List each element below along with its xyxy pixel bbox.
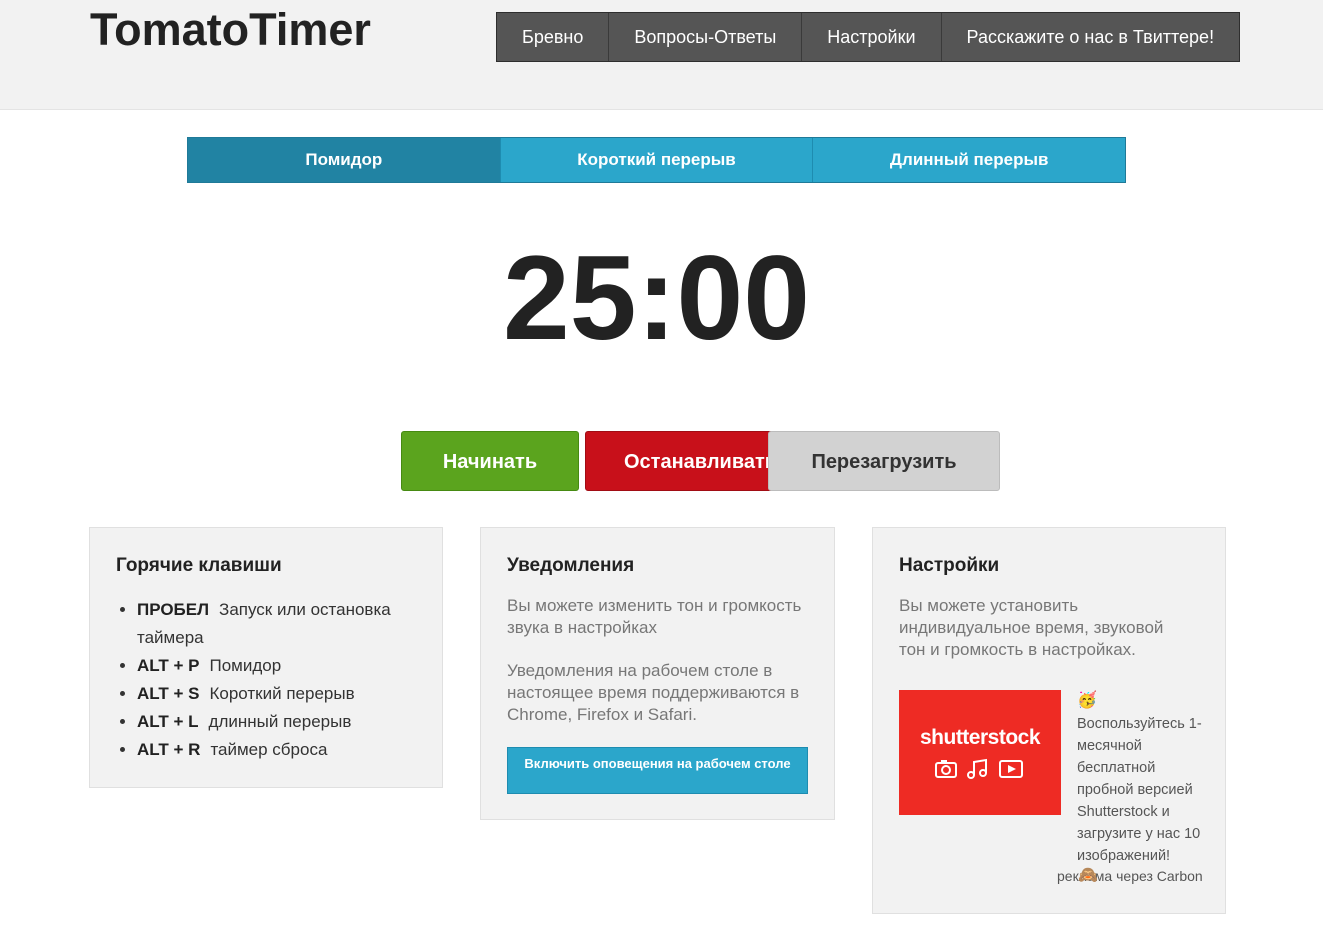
ad-image[interactable]: shutterstock (899, 690, 1061, 815)
timer-display: 25:00 (503, 231, 810, 365)
hotkey-key: ALT + P (137, 656, 200, 675)
mode-tabs: Помидор Короткий перерыв Длинный перерыв (187, 137, 1126, 183)
stop-button[interactable]: Останавливать (585, 431, 785, 491)
hotkey-desc: Короткий перерыв (209, 684, 355, 703)
site-logo[interactable]: TomatoTimer (90, 4, 371, 56)
hotkey-item: ALT + P Помидор (137, 652, 447, 680)
hotkey-key: ALT + L (137, 712, 199, 731)
notifications-title: Уведомления (507, 555, 635, 576)
nav-link-settings[interactable]: Настройки (802, 13, 942, 61)
video-play-icon (999, 760, 1023, 778)
tab-long-break[interactable]: Длинный перерыв (813, 138, 1126, 182)
ad-media-icons (935, 758, 1023, 779)
settings-text: Вы можете установить индивидуальное врем… (899, 596, 1164, 659)
notifications-text-support: Уведомления на рабочем столе в настоящее… (507, 661, 800, 724)
notifications-panel: Уведомления Вы можете изменить тон и гро… (480, 527, 835, 820)
tab-short-break[interactable]: Короткий перерыв (500, 138, 814, 182)
hotkey-desc: длинный перерыв (208, 712, 352, 731)
notifications-text-sound: Вы можете изменить тон и громкость звука… (507, 596, 802, 637)
monkey-emoji-icon: 🙈 (1078, 867, 1098, 884)
hotkey-desc: таймер сброса (210, 740, 328, 759)
enable-notifications-button[interactable]: Включить оповещения на рабочем столе (507, 747, 808, 794)
top-nav: Бревно Вопросы-Ответы Настройки Расскажи… (496, 12, 1241, 62)
party-emoji-icon: 🥳 (1077, 692, 1097, 709)
ad-text[interactable]: Воспользуйтесь 1-месячной бесплатной про… (1077, 713, 1212, 867)
nav-link-faq[interactable]: Вопросы-Ответы (609, 13, 803, 61)
music-note-icon (967, 758, 987, 779)
settings-panel: Настройки Вы можете установить индивидуа… (872, 527, 1226, 914)
ad-brand-logo: shutterstock (919, 726, 1041, 749)
hotkeys-list: ПРОБЕЛЗапуск или остановка таймера ALT +… (116, 596, 447, 764)
hotkey-item: ALT + S Короткий перерыв (137, 680, 447, 708)
hotkeys-panel: Горячие клавиши ПРОБЕЛЗапуск или останов… (89, 527, 443, 788)
hotkey-item: ALT + R таймер сброса (137, 736, 447, 764)
hotkey-desc: Помидор (209, 656, 282, 675)
hotkey-item: ALT + L длинный перерыв (137, 708, 447, 736)
hotkey-key: ПРОБЕЛ (137, 600, 210, 619)
reset-button[interactable]: Перезагрузить (768, 431, 1000, 491)
hotkey-key: ALT + S (137, 684, 200, 703)
nav-link-log[interactable]: Бревно (497, 13, 610, 61)
hotkeys-title: Горячие клавиши (116, 555, 282, 576)
settings-title: Настройки (899, 555, 1000, 576)
camera-icon (935, 760, 957, 778)
site-header: TomatoTimer Бревно Вопросы-Ответы Настро… (0, 0, 1323, 110)
start-button[interactable]: Начинать (401, 431, 579, 491)
nav-link-tweet[interactable]: Расскажите о нас в Твиттере! (941, 13, 1240, 61)
tab-pomodoro[interactable]: Помидор (188, 138, 501, 182)
hotkey-key: ALT + R (137, 740, 201, 759)
hotkey-item: ПРОБЕЛЗапуск или остановка таймера (137, 596, 447, 652)
